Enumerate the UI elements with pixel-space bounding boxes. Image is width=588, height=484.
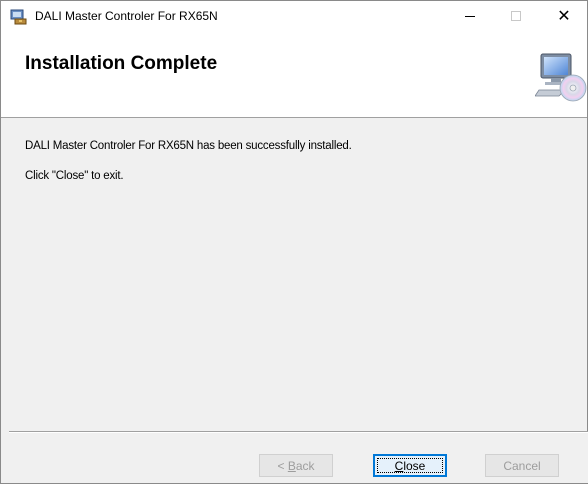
close-icon: ✕	[557, 6, 571, 25]
back-button-prefix: <	[277, 458, 288, 473]
maximize-icon	[511, 11, 521, 21]
installer-app-icon	[10, 9, 27, 25]
minimize-icon	[465, 15, 475, 17]
page-title: Installation Complete	[25, 53, 218, 74]
cancel-button[interactable]: Cancel	[485, 454, 559, 477]
button-bar: < Back Close Cancel	[9, 431, 588, 483]
minimize-button[interactable]	[447, 1, 493, 31]
computer-cd-icon	[535, 53, 587, 102]
close-button[interactable]: Close	[373, 454, 447, 477]
installer-window: DALI Master Controler For RX65N ✕ Instal…	[0, 0, 588, 484]
window-close-button[interactable]: ✕	[541, 1, 587, 31]
back-button-label-rest: ack	[295, 458, 315, 473]
content-area: DALI Master Controler For RX65N has been…	[1, 119, 587, 431]
cancel-button-label: Cancel	[503, 458, 541, 473]
maximize-button[interactable]	[493, 1, 539, 31]
success-message: DALI Master Controler For RX65N has been…	[25, 140, 352, 152]
header-banner: Installation Complete	[1, 31, 587, 118]
instruction-message: Click "Close" to exit.	[25, 170, 124, 182]
back-button[interactable]: < Back	[259, 454, 333, 477]
focus-rectangle	[377, 458, 443, 473]
window-title: DALI Master Controler For RX65N	[35, 9, 218, 23]
title-bar[interactable]: DALI Master Controler For RX65N ✕	[1, 1, 587, 31]
back-button-mnemonic: B	[287, 458, 296, 473]
